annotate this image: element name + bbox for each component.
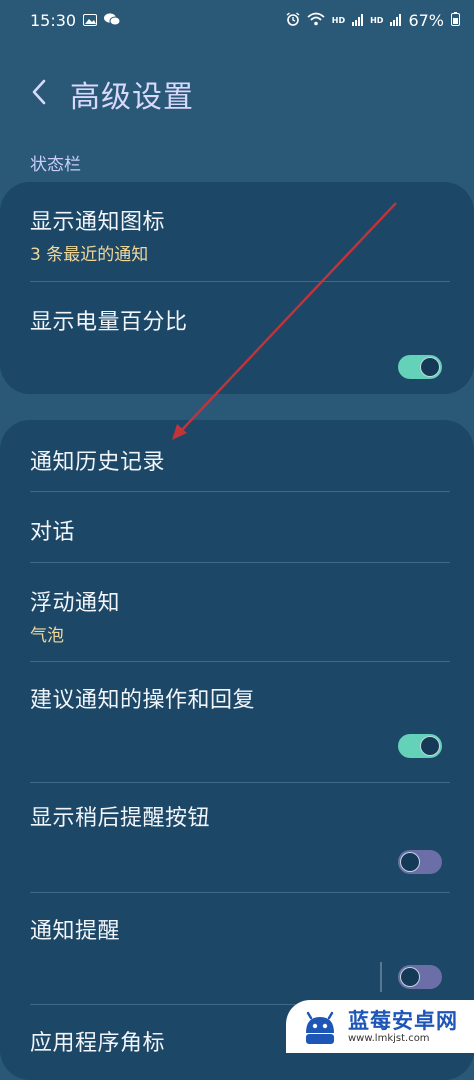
toggle-knob	[401, 853, 419, 871]
image-icon	[83, 11, 98, 30]
site-watermark: 蓝莓安卓网 www.lmkjst.com	[286, 1000, 474, 1053]
setting-label: 显示稍后提醒按钮	[30, 806, 211, 831]
snooze-button-toggle[interactable]	[398, 850, 442, 874]
setting-label: 通知提醒	[30, 919, 121, 944]
setting-floating-notifications[interactable]: 浮动通知 气泡	[0, 563, 474, 661]
battery-percentage-toggle[interactable]	[398, 355, 442, 379]
setting-snooze-button[interactable]: 显示稍后提醒按钮	[0, 783, 474, 893]
vertical-separator	[380, 962, 382, 992]
setting-notification-history[interactable]: 通知历史记录	[0, 420, 474, 490]
setting-subtitle: 气泡	[30, 626, 64, 646]
setting-label: 通知历史记录	[30, 450, 166, 475]
chevron-left-icon	[26, 79, 54, 114]
toggle-knob	[421, 358, 439, 376]
app-header: 高级设置	[0, 60, 474, 124]
alarm-icon	[286, 11, 300, 30]
setting-label: 浮动通知	[30, 591, 121, 616]
status-bar-settings-card: 显示通知图标 3 条最近的通知 显示电量百分比	[0, 182, 474, 394]
notification-reminders-toggle[interactable]	[398, 965, 442, 989]
suggested-actions-toggle[interactable]	[398, 734, 442, 758]
wifi-icon	[307, 11, 325, 30]
network-label-1: HD	[331, 15, 346, 25]
network-label-2: HD	[370, 15, 384, 25]
toggle-knob	[401, 968, 419, 986]
setting-show-notification-icons[interactable]: 显示通知图标 3 条最近的通知	[0, 182, 474, 282]
notification-settings-card: 通知历史记录 对话 浮动通知 气泡 建议通知的操作和回复 显示稍后提醒按钮 通知…	[0, 420, 474, 1080]
signal-icon	[352, 14, 364, 26]
setting-suggested-actions[interactable]: 建议通知的操作和回复	[0, 662, 474, 782]
setting-conversations[interactable]: 对话	[0, 492, 474, 562]
setting-notification-reminders[interactable]: 通知提醒	[0, 893, 474, 1005]
toggle-knob	[421, 737, 439, 755]
watermark-name: 蓝莓安卓网	[348, 1008, 458, 1033]
setting-label: 建议通知的操作和回复	[30, 688, 256, 713]
status-bar: 15:30 HD HD 67%	[0, 0, 474, 40]
battery-icon	[451, 11, 460, 30]
setting-label: 显示通知图标	[30, 210, 166, 235]
status-time: 15:30	[30, 10, 77, 30]
back-button[interactable]	[26, 74, 54, 110]
page-title: 高级设置	[70, 80, 194, 115]
setting-label: 对话	[30, 520, 76, 545]
battery-level: 67%	[408, 10, 444, 30]
signal-icon	[390, 14, 402, 26]
setting-show-battery-percentage[interactable]: 显示电量百分比	[0, 282, 474, 394]
wechat-icon	[104, 11, 121, 30]
setting-label: 应用程序角标	[30, 1031, 166, 1056]
watermark-url: www.lmkjst.com	[348, 1032, 430, 1044]
android-logo-icon	[300, 1007, 340, 1047]
section-label-status-bar: 状态栏	[30, 155, 81, 175]
setting-subtitle: 3 条最近的通知	[30, 245, 149, 265]
setting-label: 显示电量百分比	[30, 310, 188, 335]
